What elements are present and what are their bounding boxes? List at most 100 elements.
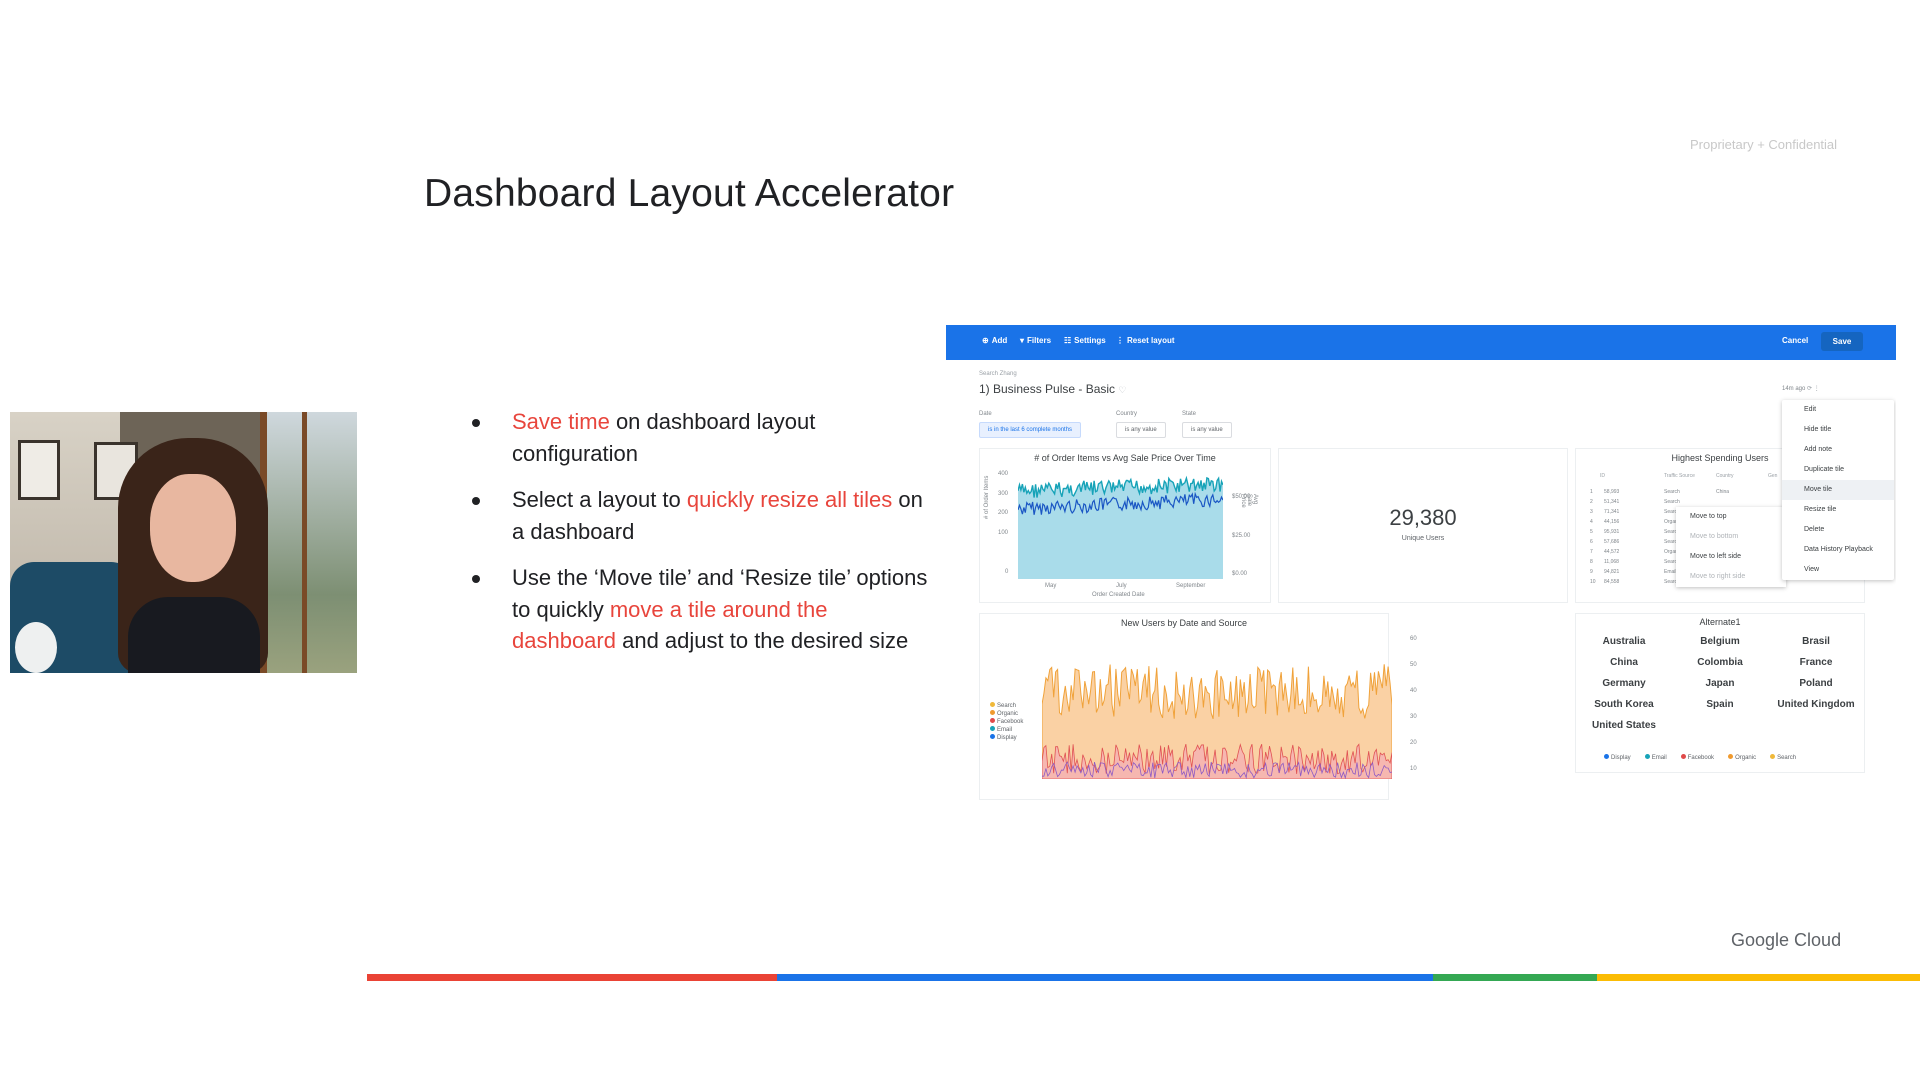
- x-axis-label: Order Created Date: [1092, 592, 1145, 598]
- menu-item-move-to-bottom[interactable]: Move to bottom: [1676, 527, 1786, 547]
- unique-users-tile[interactable]: 29,380 Unique Users: [1278, 448, 1568, 603]
- filters-button[interactable]: ▾ Filters: [1020, 336, 1051, 345]
- table-cell: 1: [1590, 489, 1593, 495]
- stripe-yellow: [1597, 974, 1920, 981]
- table-cell: 84,558: [1604, 579, 1620, 585]
- table-cell: 94,821: [1604, 569, 1620, 575]
- menu-item-move-to-top[interactable]: Move to top: [1676, 507, 1786, 527]
- menu-item-edit[interactable]: Edit: [1782, 400, 1894, 420]
- google-cloud-logo: Google Cloud: [1731, 930, 1842, 950]
- table-cell: 44,156: [1604, 519, 1620, 525]
- alternate-legend: Display Email Facebook Organic Search: [1604, 754, 1810, 761]
- slide-title: Dashboard Layout Accelerator: [424, 172, 955, 215]
- stripe-blue: [777, 974, 1433, 981]
- last-updated: 14m ago ⟳ ⋮: [1782, 386, 1820, 392]
- dashboard-title: 1) Business Pulse - Basic ♡: [979, 382, 1127, 396]
- refresh-icon[interactable]: ⟳: [1807, 386, 1812, 392]
- menu-item-move-tile[interactable]: Move tile: [1782, 480, 1894, 500]
- country-label: Australia: [1602, 636, 1646, 647]
- highlight-text: Save time: [512, 409, 610, 434]
- menu-item-view[interactable]: View: [1782, 560, 1894, 580]
- y-tick: 50: [1410, 662, 1417, 668]
- more-vert-icon[interactable]: ⋮: [1814, 386, 1820, 392]
- legend-item: Organic: [990, 710, 1023, 718]
- y-tick: 30: [1410, 714, 1417, 720]
- settings-icon: ☷: [1064, 336, 1072, 345]
- bullet-item: Use the ‘Move tile’ and ‘Resize tile’ op…: [472, 562, 932, 657]
- filter-label-state: State: [1182, 411, 1197, 417]
- legend-item: Display: [990, 734, 1023, 742]
- table-cell: 95,931: [1604, 529, 1620, 535]
- menu-item-resize-tile[interactable]: Resize tile: [1782, 500, 1894, 520]
- country-label: Poland: [1799, 678, 1833, 689]
- menu-item-add-note[interactable]: Add note: [1782, 440, 1894, 460]
- reset-icon: ⋮: [1116, 336, 1124, 345]
- table-cell: 10: [1590, 579, 1596, 585]
- country-label: Germany: [1602, 678, 1646, 689]
- menu-item-move-to-left-side[interactable]: Move to left side: [1676, 547, 1786, 567]
- unique-users-value: 29,380: [1389, 505, 1457, 530]
- filter-state[interactable]: is any value: [1182, 422, 1232, 438]
- y-tick-right: $25.00: [1232, 533, 1251, 539]
- dashboard-toolbar: ⊕ Add ▾ Filters ☷ Settings ⋮ Reset layout Ca…: [946, 325, 1896, 360]
- bullet-item: Select a layout to quickly resize all ti…: [472, 484, 932, 547]
- legend-item: Email: [1644, 754, 1667, 761]
- series-search-area: [1042, 664, 1392, 779]
- table-cell: China: [1716, 489, 1730, 495]
- table-cell: 4: [1590, 519, 1593, 525]
- add-button[interactable]: ⊕ Add: [982, 336, 1007, 345]
- menu-item-move-to-right-side[interactable]: Move to right side: [1676, 567, 1786, 587]
- country-label: Colombia: [1697, 657, 1743, 668]
- country-label: United Kingdom: [1777, 699, 1855, 710]
- unique-users-label: Unique Users: [1401, 535, 1445, 542]
- y-tick: 60: [1410, 636, 1417, 642]
- breadcrumb[interactable]: Search Zhang: [979, 371, 1017, 377]
- y-tick: 20: [1410, 740, 1417, 746]
- y-tick: 400: [998, 471, 1009, 477]
- y-tick: 300: [998, 491, 1009, 497]
- table-cell: 7: [1590, 549, 1593, 555]
- menu-item-hide-title[interactable]: Hide title: [1782, 420, 1894, 440]
- country-grid: Australia Belgium Brasil China Colombia Franc…: [1576, 636, 1864, 731]
- orders-tile[interactable]: # of Order Items vs Avg Sale Price Over …: [979, 448, 1271, 603]
- table-cell: 57,686: [1604, 539, 1620, 545]
- filter-date[interactable]: is in the last 6 complete months: [979, 422, 1082, 438]
- filter-icon: ▾: [1020, 336, 1025, 345]
- settings-button[interactable]: ☷ Settings: [1064, 336, 1106, 345]
- country-label: Japan: [1705, 678, 1735, 689]
- table-cell: [1716, 497, 1732, 507]
- alternate-tile[interactable]: Alternate1 Australia Belgium Brasil China Co…: [1575, 613, 1865, 773]
- country-label: France: [1799, 657, 1833, 668]
- y-tick: 100: [998, 530, 1009, 536]
- y-axis-label-right: Avg Sale Price: [1240, 494, 1258, 508]
- table-cell: 71,341: [1604, 509, 1620, 515]
- table-cell: 3: [1590, 509, 1593, 515]
- country-label: South Korea: [1594, 699, 1654, 710]
- menu-item-data-history-playback[interactable]: Data History Playback: [1782, 540, 1894, 560]
- table-cell: 6: [1590, 539, 1593, 545]
- bullet-text: and adjust to the desired size: [615, 628, 909, 653]
- new-users-title: New Users by Date and Source: [1120, 618, 1248, 628]
- bullet-text: Select a layout to: [512, 487, 687, 512]
- new-users-chart-plot: [1042, 664, 1392, 779]
- legend-item: Search: [990, 702, 1023, 710]
- table-cell: 44,572: [1604, 549, 1620, 555]
- table-cell: 58,993: [1604, 489, 1620, 495]
- table-cell: 2: [1590, 499, 1593, 505]
- y-tick: 10: [1410, 766, 1417, 772]
- save-button[interactable]: Save: [1821, 332, 1863, 351]
- favorite-icon[interactable]: ♡: [1118, 385, 1126, 395]
- reset-layout-button[interactable]: ⋮ Reset layout: [1116, 336, 1175, 345]
- menu-item-delete[interactable]: Delete: [1782, 520, 1894, 540]
- y-tick-right: $0.00: [1232, 571, 1248, 577]
- legend-item: Email: [990, 726, 1023, 734]
- x-tick: July: [1116, 583, 1127, 589]
- menu-item-duplicate-tile[interactable]: Duplicate tile: [1782, 460, 1894, 480]
- country-label: United States: [1592, 720, 1656, 731]
- add-icon: ⊕: [982, 336, 989, 345]
- new-users-tile[interactable]: New Users by Date and Source Search Organ…: [979, 613, 1417, 800]
- country-label: China: [1610, 657, 1638, 668]
- table-cell: 51,341: [1604, 499, 1620, 505]
- filter-country[interactable]: is any value: [1116, 422, 1166, 438]
- cancel-button[interactable]: Cancel: [1782, 336, 1808, 345]
